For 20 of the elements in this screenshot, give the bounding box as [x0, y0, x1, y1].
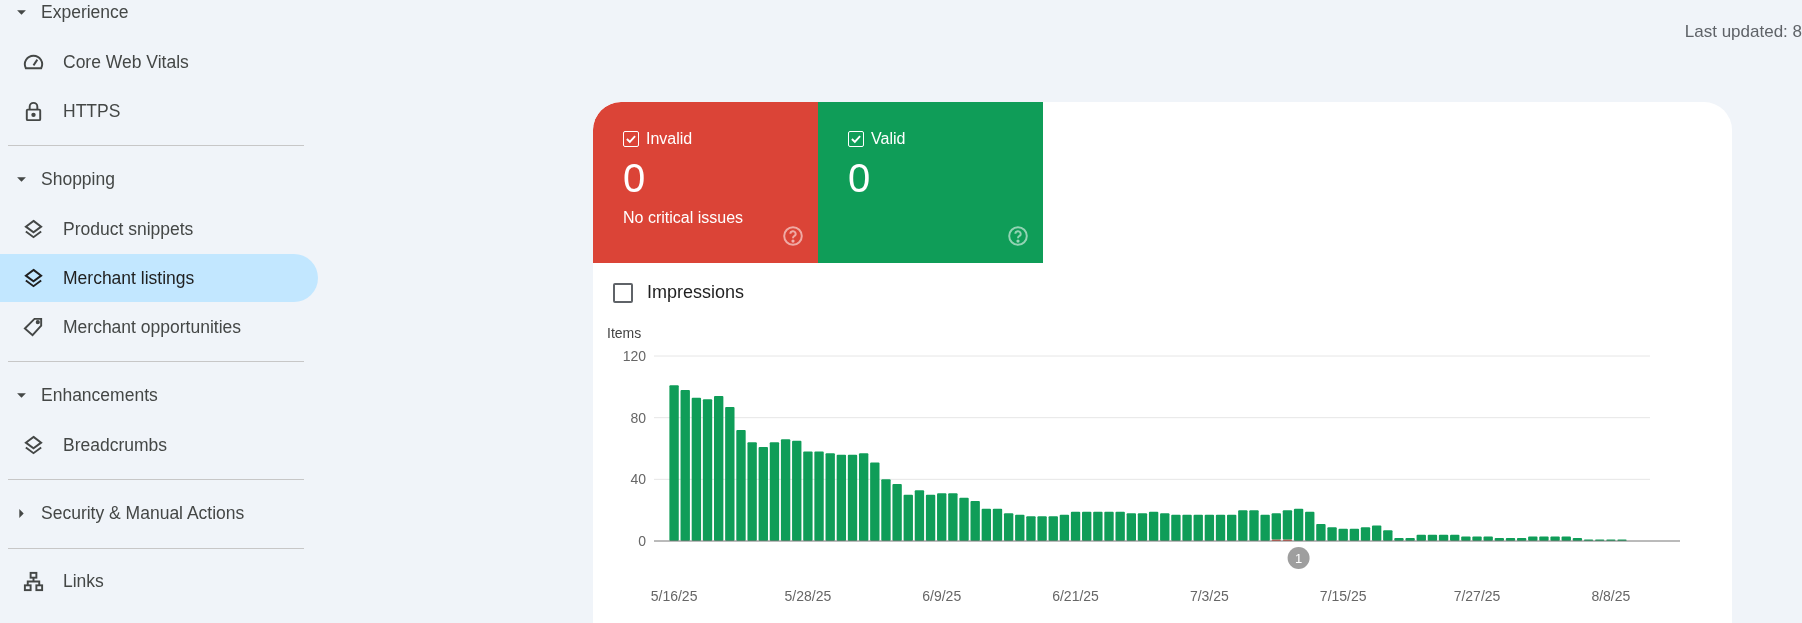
y-tick-label: 80 — [630, 409, 646, 426]
y-tick-label: 0 — [638, 533, 646, 549]
y-tick-label: 40 — [630, 471, 646, 488]
x-tick-label: 8/8/25 — [1591, 588, 1631, 604]
impressions-label: Impressions — [647, 282, 745, 303]
tile-label: Valid — [871, 130, 906, 148]
last-updated-text: Last updated: 8 — [1684, 22, 1802, 42]
y-tick-label: 120 — [622, 348, 646, 364]
tile-count: 0 — [623, 156, 647, 201]
tile-note: No critical issues — [623, 209, 745, 227]
x-tick-label: 7/3/25 — [1189, 588, 1229, 604]
tile-count: 0 — [848, 156, 872, 201]
y-axis-label: Items — [607, 325, 642, 341]
x-tick-label: 5/16/25 — [650, 588, 698, 604]
x-tick-label: 5/28/25 — [784, 588, 832, 604]
tile-label: Invalid — [646, 130, 693, 148]
x-tick-label: 7/27/25 — [1453, 588, 1501, 604]
x-tick-label: 6/9/25 — [922, 588, 962, 604]
x-tick-label: 6/21/25 — [1052, 588, 1099, 604]
x-tick-label: 7/15/25 — [1319, 588, 1367, 604]
